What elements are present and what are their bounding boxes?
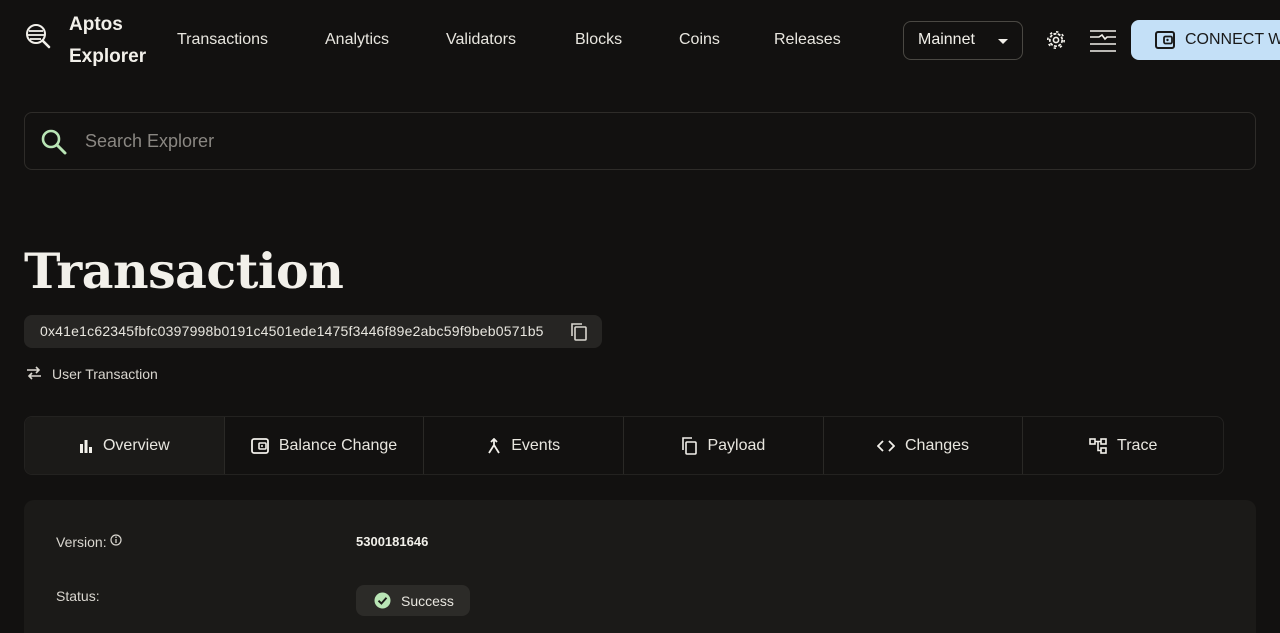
tab-payload[interactable]: Payload <box>624 417 824 474</box>
nav-blocks[interactable]: Blocks <box>575 29 622 51</box>
status-value: Success <box>401 593 454 609</box>
page-title: Transaction <box>24 242 344 300</box>
connect-wallet-label: CONNECT WALLET <box>1185 31 1280 48</box>
gear-icon[interactable] <box>1046 30 1066 50</box>
transaction-type-label: User Transaction <box>52 366 158 382</box>
connect-wallet-button[interactable]: CONNECT WALLET <box>1131 20 1280 60</box>
tab-overview[interactable]: Overview <box>25 417 225 474</box>
merge-icon <box>488 437 500 453</box>
caret-down-icon <box>998 39 1008 44</box>
copy-icon <box>682 436 698 455</box>
brand-line-2: Explorer <box>69 46 147 67</box>
wallet-icon <box>1155 31 1175 49</box>
version-label: Version: <box>56 534 123 550</box>
search-input[interactable] <box>85 127 1185 155</box>
info-icon[interactable] <box>110 534 123 546</box>
code-icon <box>877 439 895 452</box>
bar-chart-icon <box>79 439 92 453</box>
transaction-type: User Transaction <box>26 365 158 383</box>
tab-changes[interactable]: Changes <box>824 417 1024 474</box>
search-icon <box>41 129 67 155</box>
transaction-hash-value: 0x41e1c62345fbfc0397998b0191c4501ede1475… <box>40 323 544 339</box>
aptos-logo-icon[interactable] <box>24 22 52 50</box>
tab-changes-label: Changes <box>905 436 970 454</box>
transaction-details-card: Version: 5300181646 Status: Success <box>24 500 1256 633</box>
nav-transactions[interactable]: Transactions <box>177 29 268 51</box>
network-select-value: Mainnet <box>918 31 975 48</box>
tab-balance-change-label: Balance Change <box>278 436 398 454</box>
top-header: Aptos Explorer Transactions Analytics Va… <box>0 0 1280 80</box>
brand-line-1: Aptos <box>69 14 123 35</box>
nav-validators[interactable]: Validators <box>446 29 516 51</box>
copy-icon[interactable] <box>570 322 588 342</box>
nav-analytics[interactable]: Analytics <box>325 29 389 51</box>
check-circle-icon <box>374 592 391 609</box>
swap-icon <box>27 366 41 380</box>
status-badge: Success <box>356 585 470 616</box>
nav-releases[interactable]: Releases <box>774 29 841 51</box>
network-select[interactable]: Mainnet <box>903 21 1023 60</box>
wallet-icon <box>250 437 269 454</box>
tab-events-label: Events <box>511 436 561 454</box>
tab-overview-label: Overview <box>102 436 170 454</box>
nav-coins[interactable]: Coins <box>679 29 720 51</box>
tab-trace[interactable]: Trace <box>1023 417 1223 474</box>
brand-name[interactable]: Aptos Explorer <box>69 9 146 73</box>
tab-events[interactable]: Events <box>424 417 625 474</box>
status-label: Status: <box>56 588 100 604</box>
tab-payload-label: Payload <box>707 436 766 454</box>
tab-balance-change[interactable]: Balance Change <box>225 417 425 474</box>
transaction-tabs: Overview Balance Change Events Payload C… <box>24 416 1224 475</box>
version-value[interactable]: 5300181646 <box>356 534 428 549</box>
transaction-hash: 0x41e1c62345fbfc0397998b0191c4501ede1475… <box>24 315 602 348</box>
tree-icon <box>1089 437 1107 454</box>
menu-icon[interactable] <box>1089 28 1117 54</box>
search-bar[interactable] <box>24 112 1256 170</box>
tab-trace-label: Trace <box>1117 436 1158 454</box>
